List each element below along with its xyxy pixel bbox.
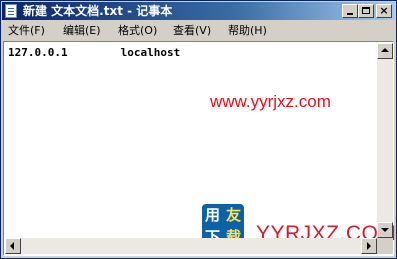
maximize-icon [362, 7, 370, 14]
close-button[interactable]: × [376, 4, 392, 18]
horizontal-scrollbar[interactable] [5, 238, 377, 254]
vertical-scrollbar[interactable] [377, 43, 393, 238]
maximize-button[interactable] [358, 4, 374, 18]
text-editor[interactable]: 127.0.0.1 localhost www.yyrjxz.com 用 友 下… [3, 41, 396, 256]
arrow-down-icon [381, 228, 389, 232]
menu-edit[interactable]: 编辑(E) [63, 24, 101, 37]
menu-help[interactable]: 帮助(H) [228, 24, 267, 37]
scroll-left-button[interactable] [5, 238, 21, 254]
arrow-left-icon [10, 242, 14, 250]
close-icon: × [379, 4, 389, 17]
editor-content[interactable]: 127.0.0.1 localhost [8, 46, 180, 59]
notepad-icon[interactable] [5, 4, 17, 18]
arrow-right-icon [367, 242, 371, 250]
scroll-up-button[interactable] [377, 43, 393, 59]
title-bar[interactable]: 新建 文本文档.txt - 记事本 × [2, 2, 395, 20]
arrow-up-icon [381, 48, 389, 52]
minimize-icon [347, 13, 353, 15]
scroll-right-button[interactable] [361, 238, 377, 254]
menu-view[interactable]: 查看(V) [173, 24, 211, 37]
menu-format[interactable]: 格式(O) [118, 24, 157, 37]
menu-file[interactable]: 文件(F) [8, 24, 45, 37]
watermark-url: www.yyrjxz.com [210, 92, 331, 111]
logo-char: 用 [204, 206, 220, 224]
menu-bar: 文件(F) 编辑(E) 格式(O) 查看(V) 帮助(H) [2, 21, 395, 40]
window-title: 新建 文本文档.txt - 记事本 [23, 4, 173, 18]
notepad-window: 新建 文本文档.txt - 记事本 × 文件(F) 编辑(E) 格式(O) 查看… [0, 0, 397, 259]
minimize-button[interactable] [342, 4, 358, 18]
scroll-down-button[interactable] [377, 222, 393, 238]
logo-char: 友 [225, 206, 241, 224]
scrollbar-corner [377, 238, 393, 254]
